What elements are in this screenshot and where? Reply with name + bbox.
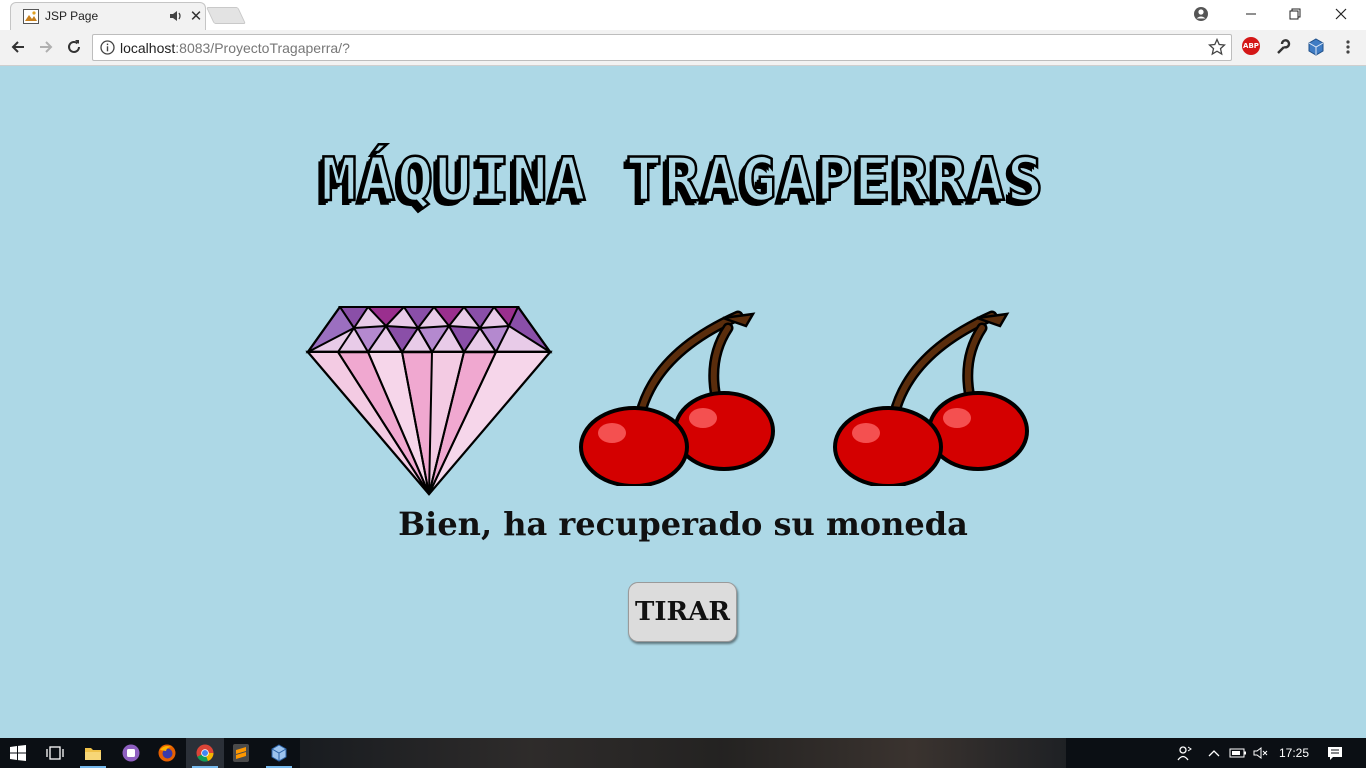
browser-toolbar: localhost:8083/ProyectoTragaperra/? ABP [0, 30, 1366, 66]
reload-icon[interactable] [62, 35, 86, 59]
battery-icon[interactable] [1227, 738, 1249, 768]
adblock-plus-icon[interactable]: ABP [1242, 37, 1260, 55]
speaker-icon[interactable] [169, 9, 183, 23]
page-favicon-icon [23, 9, 39, 24]
windows-start-icon[interactable] [0, 738, 36, 768]
site-info-icon[interactable] [100, 40, 115, 55]
restore-icon[interactable] [1272, 0, 1318, 28]
url-text: localhost:8083/ProyectoTragaperra/? [120, 40, 350, 56]
cherries-icon [579, 310, 775, 486]
url-path: :8083/ProyectoTragaperra/? [175, 40, 350, 56]
profile-icon[interactable] [1178, 0, 1224, 28]
back-icon[interactable] [6, 35, 30, 59]
result-message: Bien, ha recuperado su moneda [398, 505, 968, 543]
chrome-menu-icon[interactable] [1338, 37, 1358, 57]
taskbar-wallpaper [300, 738, 1066, 768]
close-window-icon[interactable] [1318, 0, 1364, 28]
cherries-icon [833, 310, 1029, 486]
tab-title: JSP Page [45, 9, 99, 23]
tab-close-icon[interactable]: ✕ [189, 8, 203, 24]
bookmark-star-icon[interactable] [1208, 38, 1226, 56]
chrome-icon[interactable] [186, 738, 224, 768]
wrench-extension-icon[interactable] [1273, 37, 1293, 57]
clock[interactable]: 17:25 [1274, 738, 1314, 768]
page-content: MÁQUINA TRAGAPERRAS Bien, ha recuperado … [0, 67, 1366, 738]
url-host: localhost [120, 40, 176, 56]
browser-tab[interactable]: JSP Page ✕ [10, 2, 206, 30]
browser-tabstrip: JSP Page ✕ [0, 0, 1366, 30]
app-icon[interactable] [112, 738, 150, 768]
action-center-icon[interactable] [1320, 738, 1350, 768]
file-explorer-icon[interactable] [74, 738, 112, 768]
page-title: MÁQUINA TRAGAPERRAS [320, 144, 1046, 217]
people-icon[interactable] [1172, 738, 1198, 768]
windows-taskbar: 17:25 [0, 738, 1366, 768]
minimize-icon[interactable] [1228, 0, 1274, 28]
new-tab-button[interactable] [206, 7, 246, 24]
spin-button[interactable]: TIRAR [628, 582, 737, 642]
chevron-up-icon[interactable] [1203, 738, 1225, 768]
sublime-icon[interactable] [222, 738, 260, 768]
volume-muted-icon[interactable] [1250, 738, 1272, 768]
cube-extension-icon[interactable] [1306, 37, 1326, 57]
diamond-icon [305, 306, 553, 496]
virtualbox-icon[interactable] [260, 738, 298, 768]
address-bar[interactable]: localhost:8083/ProyectoTragaperra/? [92, 34, 1232, 61]
task-view-icon[interactable] [36, 738, 74, 768]
forward-icon[interactable] [34, 35, 58, 59]
firefox-icon[interactable] [148, 738, 186, 768]
